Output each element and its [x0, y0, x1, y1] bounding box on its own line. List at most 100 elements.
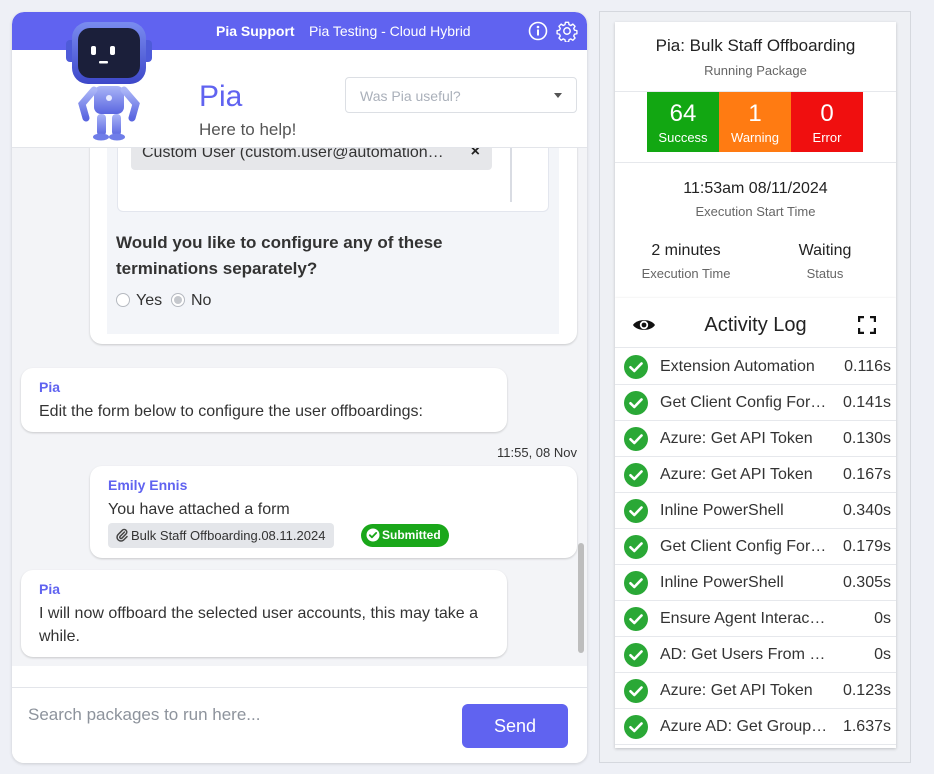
log-step-name: Inline PowerShell — [660, 574, 784, 591]
brand-label: Pia Support — [216, 23, 295, 39]
log-row[interactable]: Get Client Config For… 0.179s — [615, 529, 896, 565]
check-circle-icon — [624, 535, 648, 559]
form-body: Custom User (custom.user@automation… × W… — [107, 148, 559, 334]
check-circle-icon — [624, 427, 648, 451]
check-icon — [366, 528, 380, 542]
log-row[interactable]: Get Client Config For… 0.141s — [615, 385, 896, 421]
execution-start-label: Execution Start Time — [695, 204, 816, 219]
chat-scrollbar[interactable] — [578, 543, 584, 653]
log-step-duration: 0s — [874, 646, 891, 663]
package-title: Pia: Bulk Staff Offboarding — [655, 36, 856, 55]
execution-start-time: 11:53am 08/11/2024 — [683, 180, 828, 197]
log-row[interactable]: AD: Get Users From … 0s — [615, 637, 896, 673]
remove-user-button[interactable]: × — [471, 148, 480, 161]
radio-no[interactable]: No — [171, 292, 211, 310]
log-row[interactable]: Azure: Get API Token 0.123s — [615, 673, 896, 709]
log-step-duration: 0.141s — [842, 394, 891, 411]
message-sender: Pia — [39, 379, 61, 395]
feedback-placeholder: Was Pia useful? — [360, 88, 461, 104]
user-message: Emily Ennis You have attached a form Bul… — [90, 466, 577, 558]
message-list[interactable]: Custom User (custom.user@automation… × W… — [12, 148, 587, 666]
check-circle-icon — [624, 391, 648, 415]
multiselect-scrollbar[interactable] — [510, 148, 512, 202]
log-row[interactable]: Inline PowerShell 0.305s — [615, 565, 896, 601]
success-label: Success — [658, 130, 708, 145]
log-step-name: Get Client Config For… — [660, 538, 827, 555]
execution-sidebar: Pia: Bulk Staff Offboarding Running Pack… — [599, 11, 911, 763]
chat-input-bar: Send — [12, 687, 587, 763]
warning-count-tile: 1 Warning — [719, 92, 791, 152]
instance-label: Pia Testing - Cloud Hybrid — [309, 23, 471, 39]
attachment-name: Bulk Staff Offboarding.08.11.2024 — [131, 528, 326, 543]
radio-yes[interactable]: Yes — [116, 292, 162, 310]
log-step-name: Azure: Get API Token — [660, 430, 813, 447]
check-circle-icon — [624, 607, 648, 631]
paperclip-icon — [116, 528, 128, 542]
check-circle-icon — [624, 499, 648, 523]
execution-time-label: Execution Time — [641, 266, 731, 281]
check-circle-icon — [624, 355, 648, 379]
info-icon[interactable] — [528, 21, 548, 41]
log-step-duration: 0.179s — [842, 538, 891, 555]
activity-log-list[interactable]: Extension Automation 0.116s Get Client Con… — [615, 349, 896, 745]
log-row[interactable]: Inline PowerShell 0.340s — [615, 493, 896, 529]
log-step-duration: 0s — [874, 610, 891, 627]
check-circle-icon — [624, 715, 648, 739]
fullscreen-icon[interactable] — [858, 316, 876, 334]
activity-log-card: Activity Log Extension Automation 0.116s G… — [615, 298, 896, 748]
check-circle-icon — [624, 643, 648, 667]
check-circle-icon — [624, 571, 648, 595]
radio-circle[interactable] — [116, 293, 130, 307]
attachment-chip[interactable]: Bulk Staff Offboarding.08.11.2024 — [108, 523, 335, 548]
check-circle-icon — [624, 463, 648, 487]
send-button[interactable]: Send — [462, 704, 568, 748]
status-value: Waiting — [798, 242, 852, 259]
chat-panel: Pia Support Pia Testing - Cloud Hybrid P… — [12, 12, 587, 763]
log-step-name: Azure AD: Get Group… — [660, 718, 828, 735]
radio-circle-selected[interactable] — [171, 293, 185, 307]
log-step-duration: 1.637s — [842, 718, 891, 735]
form-question: Would you like to configure any of these… — [116, 233, 443, 278]
activity-log-title: Activity Log — [704, 314, 807, 336]
log-step-duration: 0.130s — [842, 430, 891, 447]
selected-user-label: Custom User (custom.user@automation… — [142, 148, 444, 161]
log-row[interactable]: Azure: Get API Token 0.130s — [615, 421, 896, 457]
log-row[interactable]: Azure AD: Get Group… 1.637s — [615, 709, 896, 745]
log-step-duration: 0.123s — [842, 682, 891, 699]
assistant-message: Pia I will now offboard the selected use… — [21, 570, 507, 657]
robot-mascot-icon — [66, 22, 152, 141]
error-count-tile: 0 Error — [791, 92, 863, 152]
log-row[interactable]: Ensure Agent Interac… 0s — [615, 601, 896, 637]
log-step-name: Get Client Config For… — [660, 394, 827, 411]
gear-icon[interactable] — [556, 20, 578, 42]
log-step-name: Azure: Get API Token — [660, 466, 813, 483]
log-row[interactable]: Extension Automation 0.116s — [615, 349, 896, 385]
log-step-name: Ensure Agent Interac… — [660, 610, 826, 627]
log-row[interactable]: Azure: Get API Token 0.167s — [615, 457, 896, 493]
log-step-duration: 0.116s — [844, 358, 891, 375]
log-step-name: Azure: Get API Token — [660, 682, 813, 699]
user-multiselect[interactable]: Custom User (custom.user@automation… × — [117, 148, 549, 212]
message-sender: Pia — [39, 581, 61, 597]
feedback-dropdown[interactable]: Was Pia useful? — [345, 77, 577, 113]
warning-label: Warning — [731, 130, 779, 145]
activity-log-header: Activity Log — [615, 298, 896, 348]
log-step-duration: 0.305s — [842, 574, 891, 591]
status-block: Waiting Status — [755, 242, 895, 281]
assistant-message: Pia Edit the form below to configure the… — [21, 368, 507, 432]
message-text: Edit the form below to configure the use… — [39, 403, 423, 420]
assistant-tagline: Here to help! — [199, 120, 297, 139]
message-text: You have attached a form — [108, 501, 290, 518]
log-step-name: Inline PowerShell — [660, 502, 784, 519]
log-step-name: Extension Automation — [660, 358, 815, 375]
warning-count: 1 — [748, 100, 762, 127]
chevron-down-icon — [554, 93, 562, 98]
message-text: I will now offboard the selected user ac… — [39, 605, 479, 645]
status-badge-label: Submitted — [382, 528, 441, 542]
check-circle-icon — [624, 679, 648, 703]
package-status-card: Pia: Bulk Staff Offboarding Running Pack… — [615, 22, 896, 298]
error-label: Error — [812, 130, 842, 145]
execution-time: 2 minutes — [651, 242, 721, 259]
package-search-input[interactable] — [28, 700, 448, 730]
radio-no-label: No — [191, 292, 212, 309]
